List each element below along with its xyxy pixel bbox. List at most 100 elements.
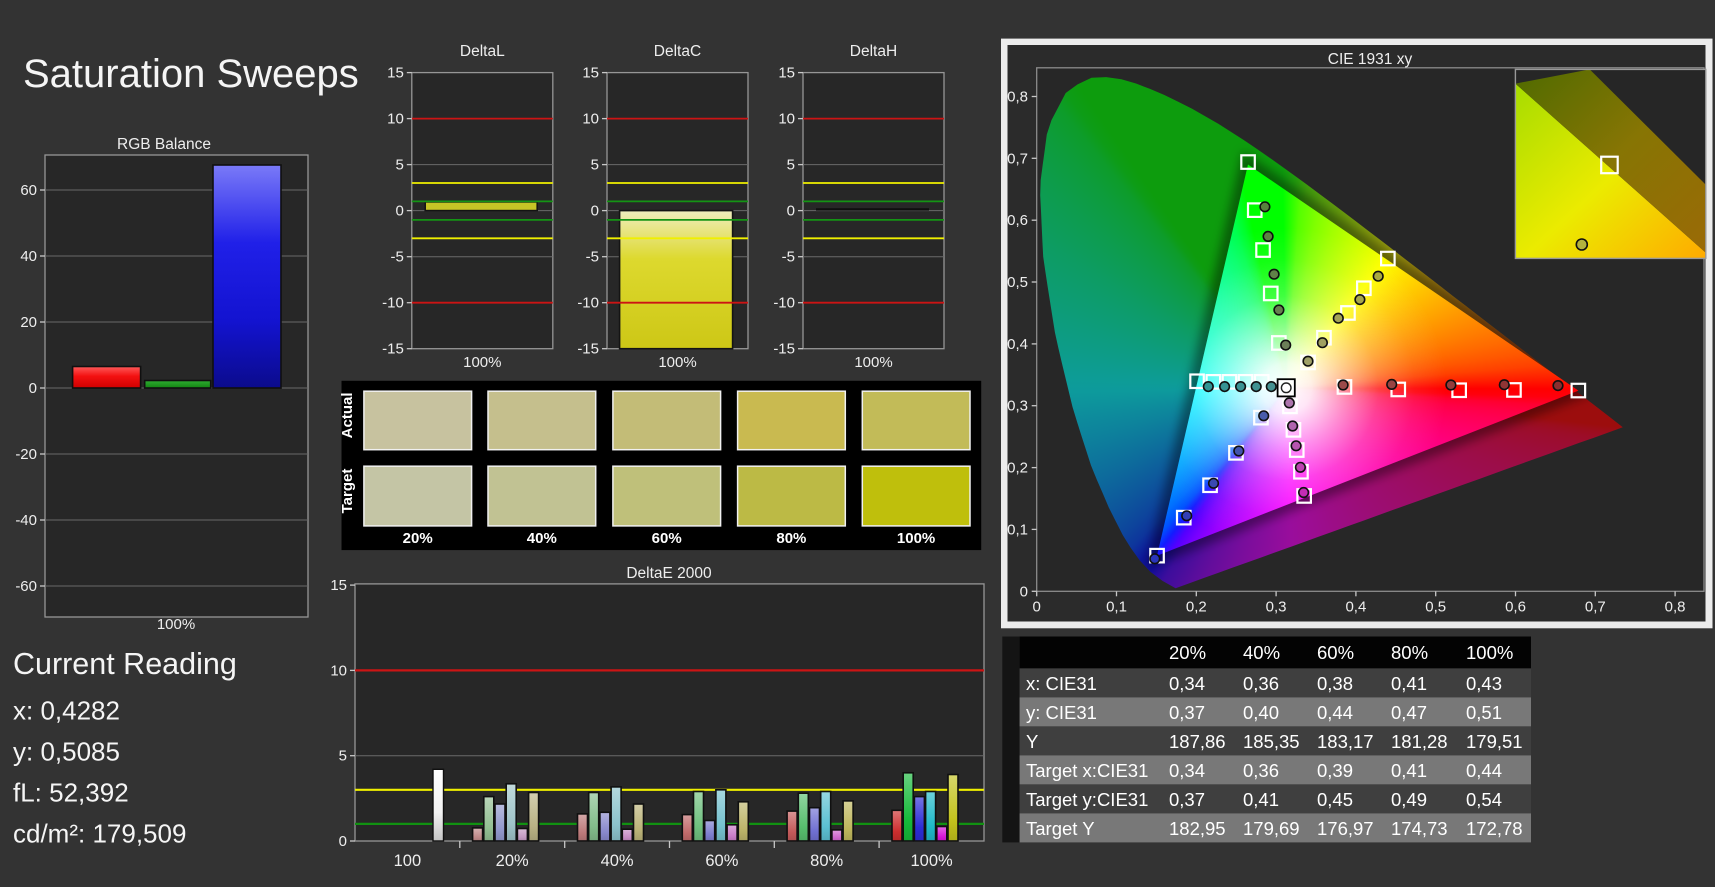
svg-text:-10: -10: [773, 295, 795, 312]
svg-text:100: 100: [394, 852, 422, 870]
svg-text:0,41: 0,41: [1243, 789, 1279, 810]
svg-text:20%: 20%: [403, 530, 433, 547]
svg-text:0,54: 0,54: [1466, 789, 1502, 810]
svg-text:Y: Y: [1026, 731, 1038, 752]
svg-text:5: 5: [787, 157, 795, 174]
svg-text:0: 0: [1020, 583, 1028, 600]
svg-text:0: 0: [787, 203, 795, 220]
svg-text:-15: -15: [577, 341, 599, 358]
svg-text:x: 0,4282: x: 0,4282: [13, 696, 120, 726]
svg-text:181,28: 181,28: [1391, 731, 1448, 752]
svg-text:15: 15: [330, 577, 347, 594]
svg-text:60%: 60%: [705, 852, 738, 870]
svg-text:100%: 100%: [1466, 642, 1513, 663]
svg-text:20%: 20%: [496, 852, 529, 870]
svg-text:174,73: 174,73: [1391, 818, 1448, 839]
svg-text:0: 0: [1033, 598, 1041, 615]
svg-text:0,47: 0,47: [1391, 702, 1427, 723]
svg-text:10: 10: [582, 111, 599, 128]
svg-text:Saturation Sweeps: Saturation Sweeps: [23, 52, 359, 96]
svg-text:0,5: 0,5: [1007, 274, 1028, 291]
svg-text:0,44: 0,44: [1317, 702, 1353, 723]
svg-text:Actual: Actual: [339, 392, 356, 438]
svg-text:y: 0,5085: y: 0,5085: [13, 737, 120, 767]
svg-text:-5: -5: [782, 249, 795, 266]
svg-text:fL: 52,392: fL: 52,392: [13, 778, 129, 808]
svg-text:-10: -10: [577, 295, 599, 312]
svg-text:5: 5: [591, 157, 599, 174]
svg-text:0,6: 0,6: [1007, 212, 1028, 229]
svg-text:20: 20: [20, 314, 37, 331]
svg-text:-15: -15: [382, 341, 404, 358]
svg-text:0,44: 0,44: [1466, 760, 1502, 781]
svg-text:10: 10: [387, 111, 404, 128]
svg-text:179,69: 179,69: [1243, 818, 1300, 839]
svg-text:0,2: 0,2: [1186, 598, 1207, 615]
svg-text:5: 5: [395, 157, 403, 174]
svg-text:15: 15: [778, 65, 795, 82]
svg-text:100%: 100%: [463, 354, 501, 371]
svg-text:0,8: 0,8: [1665, 598, 1686, 615]
svg-text:y: CIE31: y: CIE31: [1026, 702, 1097, 723]
svg-text:0,45: 0,45: [1317, 789, 1353, 810]
svg-text:-5: -5: [390, 249, 403, 266]
svg-text:15: 15: [387, 65, 404, 82]
svg-text:Current Reading: Current Reading: [13, 647, 237, 681]
svg-text:40%: 40%: [1243, 642, 1280, 663]
svg-text:179,51: 179,51: [1466, 731, 1523, 752]
svg-text:0,37: 0,37: [1169, 702, 1205, 723]
svg-text:80%: 80%: [1391, 642, 1428, 663]
svg-text:20%: 20%: [1169, 642, 1206, 663]
svg-text:80%: 80%: [810, 852, 843, 870]
svg-text:0,34: 0,34: [1169, 760, 1205, 781]
svg-text:-40: -40: [15, 512, 37, 529]
svg-text:0,36: 0,36: [1243, 760, 1279, 781]
svg-text:0,4: 0,4: [1007, 336, 1028, 353]
svg-text:0,38: 0,38: [1317, 673, 1353, 694]
svg-text:100%: 100%: [897, 530, 935, 547]
svg-text:100%: 100%: [157, 616, 195, 633]
svg-text:0,34: 0,34: [1169, 673, 1205, 694]
svg-text:5: 5: [339, 748, 347, 765]
svg-text:60%: 60%: [1317, 642, 1354, 663]
svg-text:0,51: 0,51: [1466, 702, 1502, 723]
svg-text:0: 0: [29, 380, 37, 397]
svg-text:DeltaC: DeltaC: [654, 43, 701, 60]
svg-text:0,36: 0,36: [1243, 673, 1279, 694]
svg-text:0,5: 0,5: [1425, 598, 1446, 615]
svg-text:CIE 1931 xy: CIE 1931 xy: [1328, 51, 1413, 68]
svg-text:-10: -10: [382, 295, 404, 312]
svg-text:80%: 80%: [776, 530, 806, 547]
svg-text:60: 60: [20, 182, 37, 199]
svg-text:0,41: 0,41: [1391, 760, 1427, 781]
svg-text:183,17: 183,17: [1317, 731, 1374, 752]
svg-text:0,43: 0,43: [1466, 673, 1502, 694]
svg-text:15: 15: [582, 65, 599, 82]
svg-text:60%: 60%: [652, 530, 682, 547]
svg-text:185,35: 185,35: [1243, 731, 1300, 752]
svg-text:0,3: 0,3: [1007, 398, 1028, 415]
svg-text:187,86: 187,86: [1169, 731, 1226, 752]
svg-text:100%: 100%: [910, 852, 953, 870]
svg-text:0,39: 0,39: [1317, 760, 1353, 781]
svg-text:40%: 40%: [601, 852, 634, 870]
svg-text:0: 0: [339, 833, 347, 850]
svg-text:0,49: 0,49: [1391, 789, 1427, 810]
svg-text:0,41: 0,41: [1391, 673, 1427, 694]
svg-text:182,95: 182,95: [1169, 818, 1226, 839]
svg-text:0,8: 0,8: [1007, 89, 1028, 106]
svg-text:Target Y: Target Y: [1026, 818, 1095, 839]
svg-text:RGB Balance: RGB Balance: [117, 136, 211, 153]
svg-text:0,2: 0,2: [1007, 460, 1028, 477]
svg-text:Target y:CIE31: Target y:CIE31: [1026, 789, 1148, 810]
svg-text:0,1: 0,1: [1106, 598, 1127, 615]
svg-text:0,40: 0,40: [1243, 702, 1279, 723]
svg-text:10: 10: [778, 111, 795, 128]
svg-text:172,78: 172,78: [1466, 818, 1523, 839]
svg-text:0,37: 0,37: [1169, 789, 1205, 810]
svg-text:-60: -60: [15, 578, 37, 595]
svg-text:40%: 40%: [527, 530, 557, 547]
svg-text:x: CIE31: x: CIE31: [1026, 673, 1097, 694]
svg-text:0: 0: [591, 203, 599, 220]
svg-text:Target x:CIE31: Target x:CIE31: [1026, 760, 1148, 781]
